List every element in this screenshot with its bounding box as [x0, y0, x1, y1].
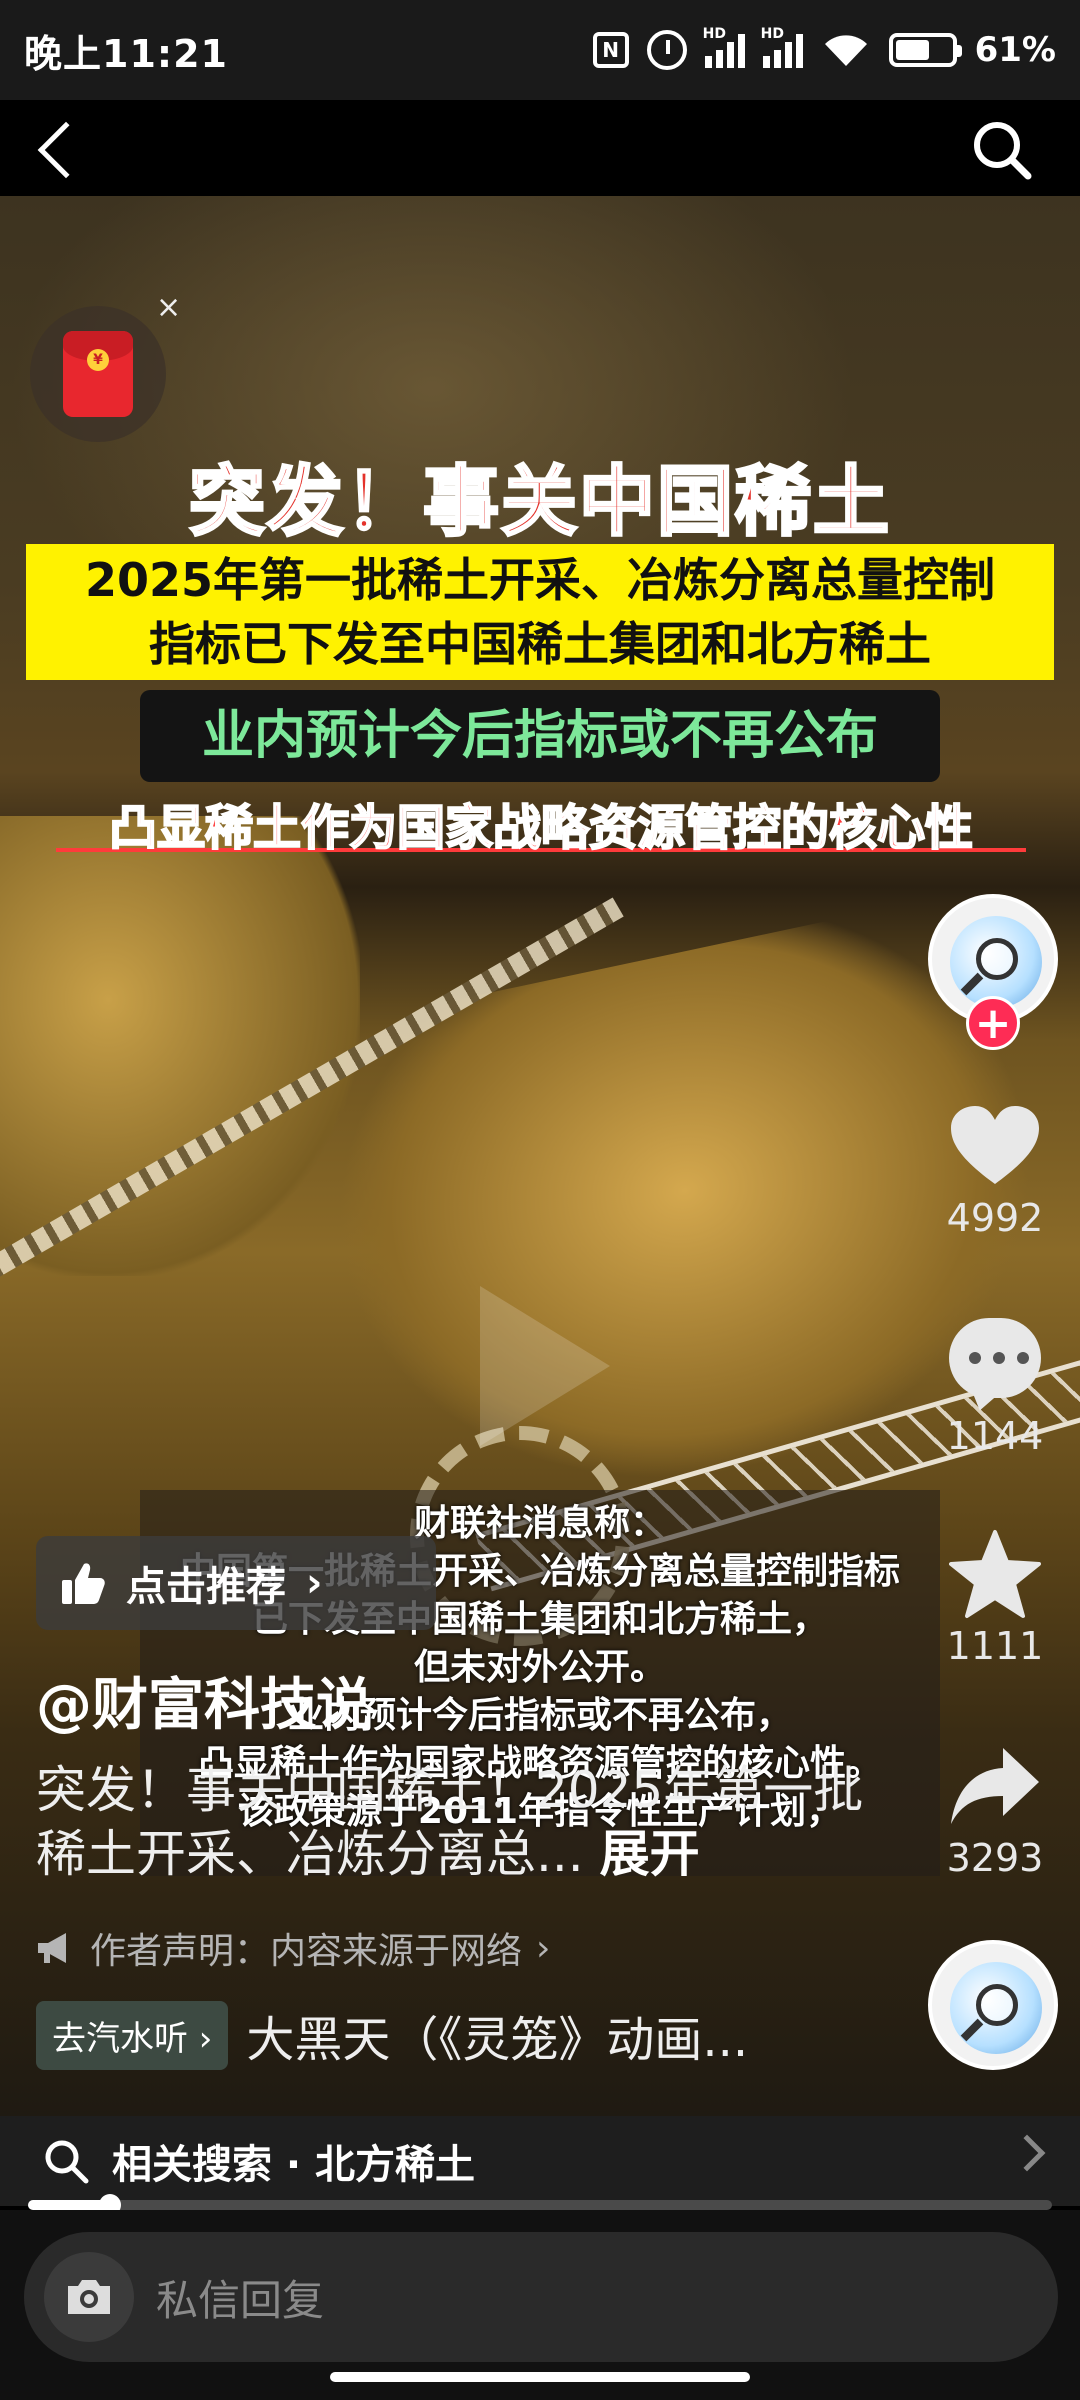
share-button[interactable]: 3293 [930, 1744, 1060, 1880]
battery-fill [895, 40, 929, 60]
nfc-icon: N [592, 32, 629, 68]
battery-text: 61% [974, 30, 1056, 70]
camera-icon[interactable] [44, 2252, 134, 2342]
magnifier-icon [976, 1984, 1018, 2026]
heart-icon [951, 1106, 1039, 1184]
comment-count: 1144 [946, 1414, 1044, 1458]
claim-text: 作者声明：内容来源于网络 [90, 1931, 523, 1972]
search-icon [45, 2140, 89, 2184]
comment-button[interactable]: 1144 [930, 1318, 1060, 1458]
signal-hd-label: HD [702, 26, 726, 42]
favorite-count: 1111 [946, 1624, 1044, 1668]
description-text: 突发！事关中国稀土！2025年第一批稀土开采、冶炼分离总... [36, 1761, 864, 1883]
back-icon[interactable] [37, 121, 95, 179]
author-name[interactable]: @财富科技说 [36, 1660, 372, 1741]
headline-red: 凸显稀土作为国家战略资源管控的核心性 [56, 788, 1026, 857]
follow-button[interactable]: + [966, 996, 1020, 1050]
search-icon[interactable] [970, 118, 1034, 182]
red-packet-close-icon[interactable]: × [156, 290, 181, 325]
like-button[interactable]: 4992 [930, 1104, 1060, 1240]
reply-input[interactable]: 私信回复 [24, 2232, 1058, 2362]
thumbs-up-icon [62, 1563, 105, 1604]
qishui-listen-button[interactable]: 去汽水听 › [36, 2000, 229, 2070]
music-disc-avatar[interactable] [928, 1940, 1058, 2070]
status-bar: 晚上11:21 N HD HD 61% [0, 0, 1080, 100]
related-search-label: 相关搜索 · 北方稀土 [112, 2142, 476, 2188]
coin-icon: ¥ [87, 349, 109, 371]
recommend-arrow: › [306, 1560, 323, 1606]
alarm-icon [646, 30, 687, 70]
favorite-button[interactable]: 1111 [930, 1528, 1060, 1668]
headline-green: 业内预计今后指标或不再公布 [140, 690, 940, 782]
star-icon [949, 1530, 1041, 1618]
claim-arrow: › [536, 1927, 551, 1969]
like-count: 4992 [946, 1196, 1044, 1240]
magnifier-icon [976, 938, 1018, 980]
related-search-bar[interactable]: 相关搜索 · 北方稀土 [0, 2116, 1080, 2206]
red-envelope-icon: ¥ [63, 331, 133, 417]
video-progress-bar[interactable] [28, 2194, 1052, 2216]
top-nav [0, 100, 1080, 196]
recommend-button[interactable]: 点击推荐 › [36, 1536, 436, 1630]
progress-fill [28, 2200, 110, 2210]
signal-icon-2: HD [761, 26, 803, 68]
headline-main: 突发！事关中国稀土 [188, 456, 891, 548]
share-icon [951, 1748, 1039, 1824]
recommend-label: 点击推荐 [126, 1564, 286, 1610]
status-time: 晚上11:21 [24, 31, 228, 76]
music-title: 大黑天（《灵笼》动画... [246, 2012, 749, 2068]
headline-yellow-line-2: 指标已下发至中国稀土集团和北方稀土 [149, 617, 931, 671]
reply-placeholder: 私信回复 [156, 2275, 325, 2325]
signal-hd-label-2: HD [760, 26, 784, 42]
headline-yellow-line-1: 2025年第一批稀土开采、冶炼分离总量控制 [84, 553, 996, 607]
headline-yellow-box: 2025年第一批稀土开采、冶炼分离总量控制 指标已下发至中国稀土集团和北方稀土 [26, 544, 1054, 680]
wifi-icon [821, 32, 871, 68]
megaphone-icon [38, 1933, 66, 1963]
comment-icon [949, 1318, 1041, 1398]
chevron-right-icon [1008, 2134, 1046, 2172]
battery-icon [888, 33, 962, 67]
status-icons: N HD HD 61% [592, 26, 1056, 70]
share-count: 3293 [946, 1836, 1044, 1880]
home-indicator[interactable] [330, 2372, 750, 2382]
expand-button[interactable]: 展开 [600, 1825, 700, 1883]
music-row[interactable]: 去汽水听 › 大黑天（《灵笼》动画... [36, 2000, 748, 2070]
play-icon [480, 1286, 610, 1446]
signal-icon: HD [703, 26, 745, 68]
post-description[interactable]: 突发！事关中国稀土！2025年第一批稀土开采、冶炼分离总... 展开 [36, 1758, 896, 1886]
author-claim[interactable]: 作者声明：内容来源于网络 › [36, 1922, 550, 1974]
red-packet-button[interactable]: ¥ [30, 306, 166, 442]
